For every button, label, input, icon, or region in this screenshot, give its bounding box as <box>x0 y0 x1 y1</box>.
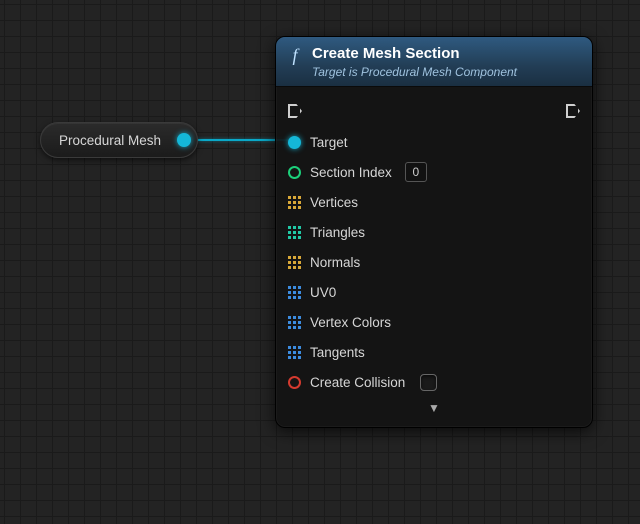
function-node-header[interactable]: f Create Mesh Section Target is Procedur… <box>276 37 592 87</box>
pin-row-tangents: Tangents <box>288 337 580 367</box>
pin-row-vertex-colors: Vertex Colors <box>288 307 580 337</box>
function-subtitle: Target is Procedural Mesh Component <box>312 65 517 80</box>
function-title: Create Mesh Section <box>312 45 517 63</box>
create-collision-input-pin[interactable] <box>288 376 301 389</box>
normals-label: Normals <box>310 255 360 270</box>
pin-row-create-collision: Create Collision <box>288 367 580 397</box>
function-icon: f <box>286 45 304 64</box>
triangles-input-pin[interactable] <box>288 226 301 239</box>
section-index-label: Section Index <box>310 165 392 180</box>
target-input-pin[interactable] <box>288 136 301 149</box>
section-index-input-pin[interactable] <box>288 166 301 179</box>
pin-row-normals: Normals <box>288 247 580 277</box>
variable-node-label: Procedural Mesh <box>59 133 161 148</box>
section-index-value-input[interactable]: 0 <box>405 162 427 182</box>
vertices-input-pin[interactable] <box>288 196 301 209</box>
normals-input-pin[interactable] <box>288 256 301 269</box>
exec-input-pin[interactable] <box>288 104 302 118</box>
vertex-colors-label: Vertex Colors <box>310 315 391 330</box>
uv0-input-pin[interactable] <box>288 286 301 299</box>
variable-node-procedural-mesh[interactable]: Procedural Mesh <box>40 122 198 158</box>
pin-row-triangles: Triangles <box>288 217 580 247</box>
expand-node-toggle[interactable]: ▼ <box>288 397 580 421</box>
exec-output-pin[interactable] <box>566 104 580 118</box>
create-collision-label: Create Collision <box>310 375 405 390</box>
function-node-create-mesh-section[interactable]: f Create Mesh Section Target is Procedur… <box>275 36 593 428</box>
triangles-label: Triangles <box>310 225 365 240</box>
pin-row-vertices: Vertices <box>288 187 580 217</box>
vertex-colors-input-pin[interactable] <box>288 316 301 329</box>
tangents-label: Tangents <box>310 345 365 360</box>
pin-row-section-index: Section Index 0 <box>288 157 580 187</box>
tangents-input-pin[interactable] <box>288 346 301 359</box>
vertices-label: Vertices <box>310 195 358 210</box>
pin-row-target: Target <box>288 127 580 157</box>
uv0-label: UV0 <box>310 285 336 300</box>
function-node-body: Target Section Index 0 Vertices Triangle… <box>276 87 592 427</box>
create-collision-checkbox[interactable] <box>420 374 437 391</box>
variable-output-pin[interactable] <box>177 133 191 147</box>
pin-row-uv0: UV0 <box>288 277 580 307</box>
target-label: Target <box>310 135 348 150</box>
